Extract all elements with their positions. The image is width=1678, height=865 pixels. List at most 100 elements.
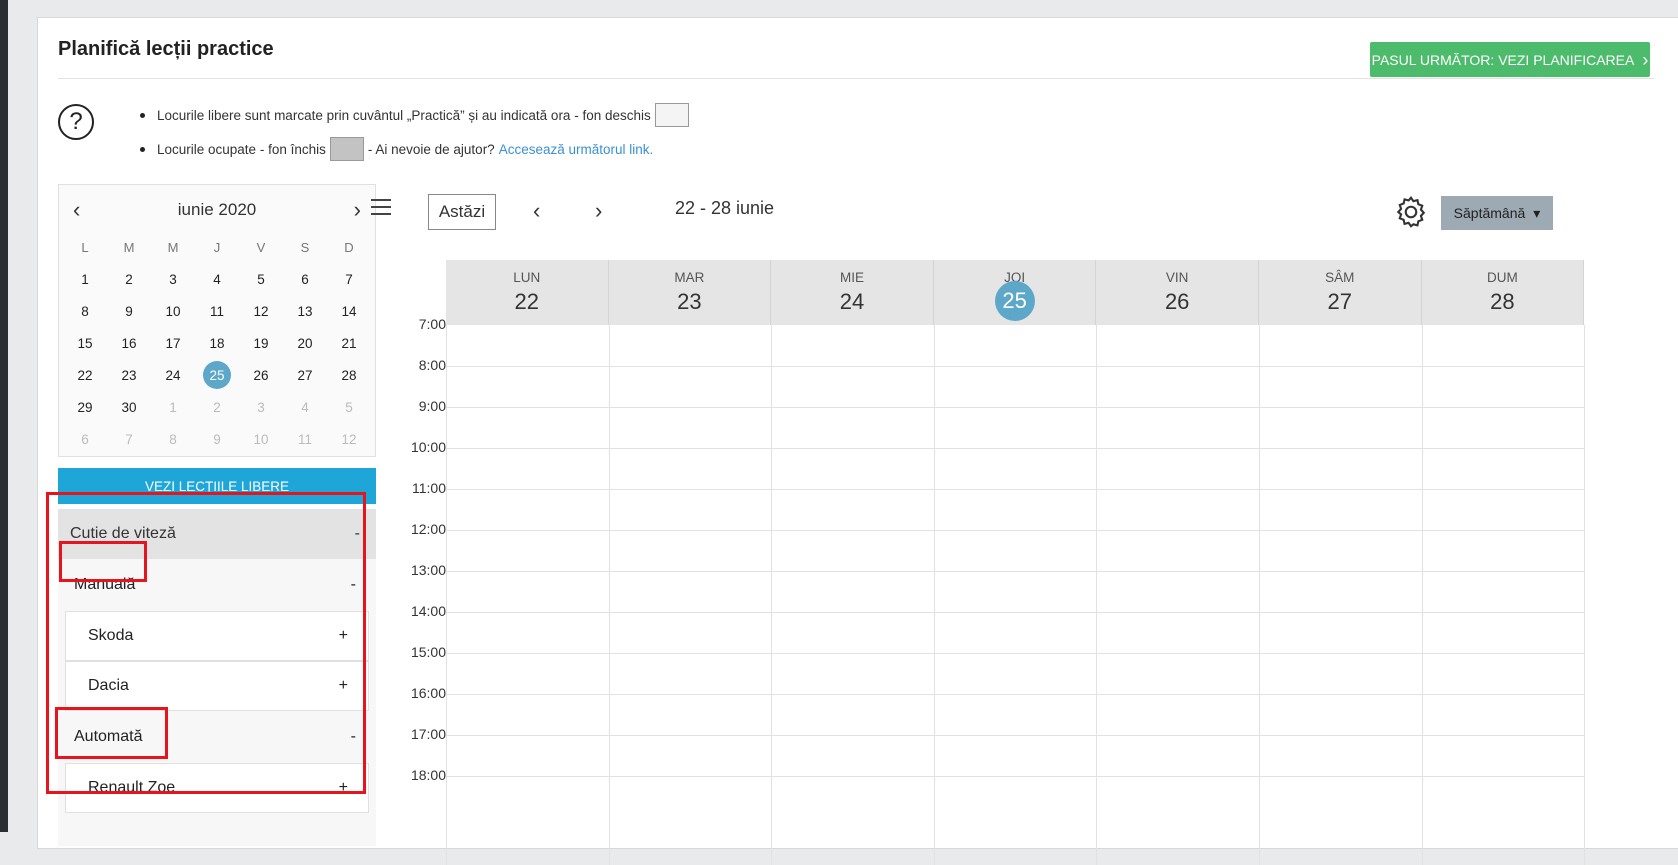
mini-day[interactable]: 2 xyxy=(195,391,239,423)
mini-day[interactable]: 6 xyxy=(283,263,327,295)
mini-day[interactable]: 18 xyxy=(195,327,239,359)
collapse-toggle[interactable]: - xyxy=(351,576,356,594)
day-number: 22 xyxy=(446,289,608,315)
view-select-button[interactable]: Săptămână ▾ xyxy=(1441,196,1553,230)
grid-hour-line xyxy=(446,530,1585,531)
mini-day[interactable]: 30 xyxy=(107,391,151,423)
grid-hour-line xyxy=(446,448,1585,449)
time-label: 14:00 xyxy=(410,603,446,619)
expand-toggle[interactable]: + xyxy=(339,627,348,645)
mini-day[interactable]: 27 xyxy=(283,359,327,391)
mini-day[interactable]: 15 xyxy=(63,327,107,359)
mini-day[interactable]: 9 xyxy=(107,295,151,327)
mini-day[interactable]: 20 xyxy=(283,327,327,359)
mini-day[interactable]: 1 xyxy=(63,263,107,295)
caret-down-icon: ▾ xyxy=(1533,204,1541,221)
mini-day[interactable]: 11 xyxy=(283,423,327,455)
day-number: 26 xyxy=(1096,289,1258,315)
day-header[interactable]: MAR 23 xyxy=(608,260,772,325)
collapse-toggle[interactable]: - xyxy=(355,525,360,543)
mini-day[interactable]: 10 xyxy=(151,295,195,327)
left-window-edge xyxy=(0,0,8,832)
day-header[interactable]: SÂM 27 xyxy=(1259,260,1422,325)
weekday-label: V xyxy=(256,239,266,255)
mini-day[interactable]: 8 xyxy=(63,295,107,327)
mini-day[interactable]: 7 xyxy=(327,263,371,295)
car-item-dacia[interactable]: Dacia + xyxy=(65,661,369,711)
day-header[interactable]: LUN 22 xyxy=(446,260,609,325)
mini-day[interactable]: 17 xyxy=(151,327,195,359)
expand-toggle[interactable]: + xyxy=(339,677,348,695)
next-month-icon[interactable]: › xyxy=(354,197,361,223)
info-free-text: Locurile libere sunt marcate prin cuvânt… xyxy=(157,107,651,123)
day-name: DUM xyxy=(1487,270,1518,285)
info-item-busy: Locurile ocupate - fon închis - Ai nevoi… xyxy=(140,132,689,166)
mini-day[interactable]: 6 xyxy=(63,423,107,455)
menu-icon[interactable] xyxy=(371,199,391,215)
mini-day[interactable]: 14 xyxy=(327,295,371,327)
gearbox-header[interactable]: Cutie de viteză - xyxy=(58,509,376,559)
mini-day[interactable]: 4 xyxy=(283,391,327,423)
expand-toggle[interactable]: + xyxy=(339,779,348,797)
mini-day[interactable]: 5 xyxy=(239,263,283,295)
car-label: Renault Zoe xyxy=(88,779,176,796)
prev-month-icon[interactable]: ‹ xyxy=(73,197,80,223)
mini-day[interactable]: 10 xyxy=(239,423,283,455)
collapse-toggle[interactable]: - xyxy=(351,728,356,746)
day-header[interactable]: MIE 24 xyxy=(771,260,934,325)
mini-day[interactable]: 5 xyxy=(327,391,371,423)
mini-day[interactable]: 4 xyxy=(195,263,239,295)
time-label: 18:00 xyxy=(410,767,446,783)
day-number-text: 27 xyxy=(1327,289,1353,314)
mini-day[interactable]: 1 xyxy=(151,391,195,423)
day-header[interactable]: VIN 26 xyxy=(1096,260,1259,325)
mini-day[interactable]: 8 xyxy=(151,423,195,455)
day-header[interactable]: DUM 28 xyxy=(1421,260,1585,325)
mini-day[interactable]: 11 xyxy=(195,295,239,327)
next-step-button[interactable]: PASUL URMĂTOR: VEZI PLANIFICAREA › xyxy=(1370,42,1650,77)
mini-day[interactable]: 16 xyxy=(107,327,151,359)
grid-column-line xyxy=(771,325,773,865)
mini-day[interactable]: 3 xyxy=(239,391,283,423)
grid-column-line xyxy=(1096,325,1098,865)
mini-day[interactable]: 28 xyxy=(327,359,371,391)
grid-hour-line xyxy=(446,612,1585,613)
time-label: 16:00 xyxy=(410,685,446,701)
day-number-text: 26 xyxy=(1164,289,1190,314)
day-header[interactable]: JOI 25 xyxy=(933,260,1097,325)
mini-day[interactable]: 22 xyxy=(63,359,107,391)
group-manual[interactable]: Manuală - xyxy=(58,562,376,608)
grid-column-line xyxy=(1584,325,1586,865)
mini-day[interactable]: 23 xyxy=(107,359,151,391)
car-item-renault-zoe[interactable]: Renault Zoe + xyxy=(65,763,369,813)
car-item-skoda[interactable]: Skoda + xyxy=(65,611,369,661)
mini-day[interactable]: 3 xyxy=(151,263,195,295)
group-automatic[interactable]: Automată - xyxy=(58,714,376,760)
mini-day[interactable]: 24 xyxy=(151,359,195,391)
time-label: 8:00 xyxy=(418,357,446,373)
week-range: 22 - 28 iunie xyxy=(675,198,775,218)
free-lessons-button[interactable]: VEZI LECȚIILE LIBERE xyxy=(58,468,376,504)
gear-icon[interactable] xyxy=(1393,194,1429,230)
mini-day[interactable]: 9 xyxy=(195,423,239,455)
today-button[interactable]: Astăzi xyxy=(428,194,496,230)
mini-day[interactable]: 26 xyxy=(239,359,283,391)
group-label: Manuală xyxy=(74,576,136,593)
question-mark-icon[interactable]: ? xyxy=(58,104,94,140)
mini-day[interactable]: 13 xyxy=(283,295,327,327)
mini-day[interactable]: 7 xyxy=(107,423,151,455)
grid-hour-line xyxy=(446,571,1585,572)
day-number: 27 xyxy=(1259,289,1421,315)
mini-day[interactable]: 29 xyxy=(63,391,107,423)
mini-day[interactable]: 12 xyxy=(327,423,371,455)
mini-day[interactable]: 12 xyxy=(239,295,283,327)
mini-day-today[interactable]: 25 xyxy=(195,359,239,391)
next-week-icon[interactable]: › xyxy=(595,198,602,224)
help-link[interactable]: Accesează următorul link. xyxy=(499,142,654,157)
mini-day[interactable]: 2 xyxy=(107,263,151,295)
prev-week-icon[interactable]: ‹ xyxy=(533,198,540,224)
mini-day[interactable]: 19 xyxy=(239,327,283,359)
header-divider xyxy=(58,78,1654,79)
next-step-label: PASUL URMĂTOR: VEZI PLANIFICAREA xyxy=(1371,51,1635,68)
mini-day[interactable]: 21 xyxy=(327,327,371,359)
